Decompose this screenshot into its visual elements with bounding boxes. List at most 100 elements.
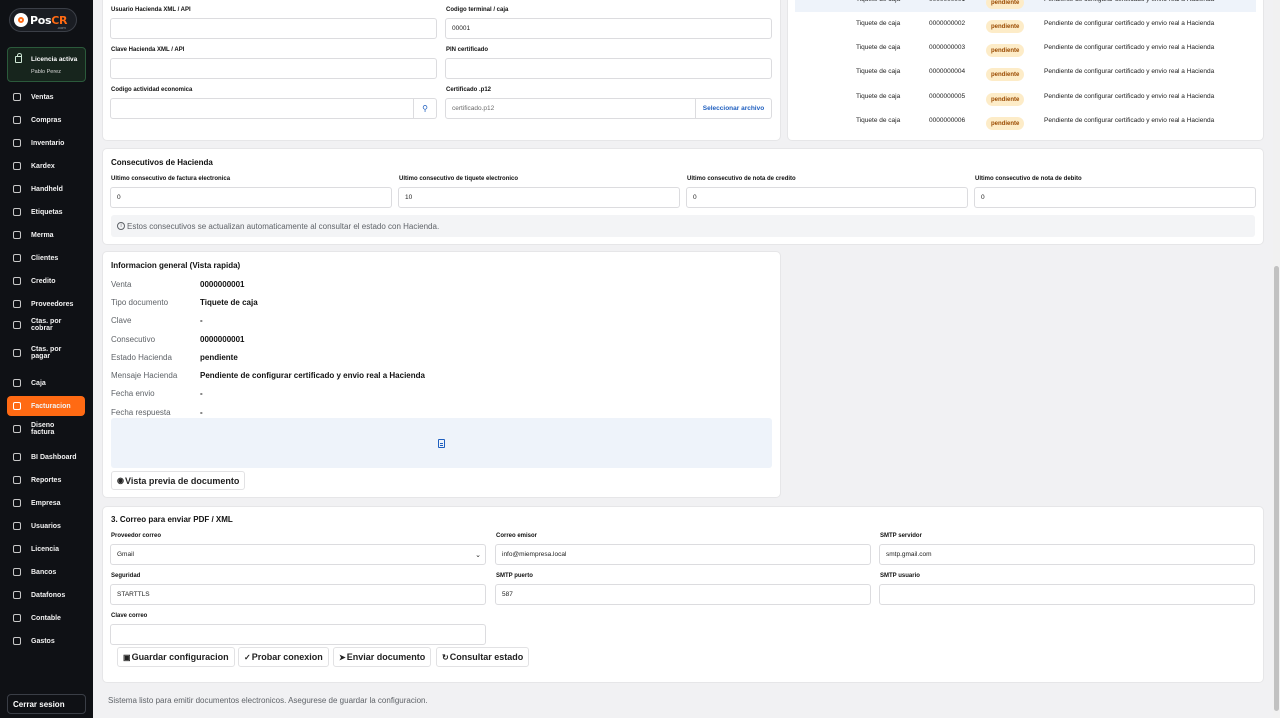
terminal-input[interactable]: 00001 xyxy=(445,18,772,39)
sidebar-item-usuarios[interactable]: Usuarios xyxy=(7,516,85,536)
brand-logo[interactable]: PosCR .com xyxy=(9,8,77,32)
sidebar-item-contable[interactable]: Contable xyxy=(7,608,85,628)
table-row[interactable]: Tiquete de caja 0000000001 pendiente Pendie… xyxy=(795,0,1256,12)
actividad-input[interactable] xyxy=(110,98,414,119)
clave-hacienda-input[interactable] xyxy=(110,58,437,79)
test-connection-button[interactable]: ✓ Probar conexion xyxy=(238,647,329,667)
tag-icon xyxy=(13,208,21,216)
logout-button[interactable]: Cerrar sesion xyxy=(7,694,86,714)
status-message: Sistema listo para emitir documentos ele… xyxy=(108,695,428,705)
info-value: - xyxy=(200,389,203,398)
clave-correo-input[interactable] xyxy=(110,624,486,645)
row-tipo: Tiquete de caja xyxy=(856,68,901,75)
actividad-label: Codigo actividad economica xyxy=(111,87,193,93)
sidebar-item-ventas[interactable]: Ventas xyxy=(7,87,85,107)
table-row[interactable]: Tiquete de caja 0000000005 pendiente Pendie… xyxy=(795,85,1256,109)
eye-icon: ◉ xyxy=(117,476,124,485)
building-icon xyxy=(13,499,21,507)
dashboard-icon xyxy=(13,453,21,461)
table-row[interactable]: Tiquete de caja 0000000002 pendiente Pendie… xyxy=(795,12,1256,36)
sidebar-item-inventario[interactable]: Inventario xyxy=(7,133,85,153)
search-icon[interactable]: ⚲ xyxy=(414,98,437,119)
table-row[interactable]: Tiquete de caja 0000000004 pendiente Pendie… xyxy=(795,60,1256,84)
sidebar-item-label: Handheld xyxy=(31,185,63,193)
proveedor-select[interactable]: Gmail ⌄ xyxy=(110,544,486,565)
smtp-servidor-label: SMTP servidor xyxy=(880,533,922,539)
sidebar-item-kardex[interactable]: Kardex xyxy=(7,156,85,176)
sidebar-item-clientes[interactable]: Clientes xyxy=(7,248,85,268)
sidebar: PosCR .com Licencia activa Pablo Perez V… xyxy=(0,0,93,718)
sidebar-item-licencia[interactable]: Licencia xyxy=(7,539,85,559)
brand-sub: .com xyxy=(57,25,66,30)
debito-input[interactable]: 0 xyxy=(974,187,1256,208)
credito-input[interactable]: 0 xyxy=(686,187,968,208)
sidebar-item-ctas-por-pagar[interactable]: Ctas. por pagar xyxy=(7,343,85,363)
trash-icon xyxy=(13,231,21,239)
emisor-input[interactable]: info@miempresa.local xyxy=(495,544,871,565)
info-key: Venta xyxy=(111,280,132,289)
row-mensaje: Pendiente de configurar certificado y en… xyxy=(1044,20,1215,27)
sidebar-item-datafonos[interactable]: Datafonos xyxy=(7,585,85,605)
info-value: Tiquete de caja xyxy=(200,298,258,307)
seguridad-input[interactable]: STARTTLS xyxy=(110,584,486,605)
smtp-servidor-input[interactable]: smtp.gmail.com xyxy=(879,544,1255,565)
pin-input[interactable] xyxy=(445,58,772,79)
sidebar-item-caja[interactable]: Caja xyxy=(7,373,85,393)
select-file-button[interactable]: Seleccionar archivo xyxy=(696,98,772,119)
smtp-puerto-input[interactable]: 587 xyxy=(495,584,871,605)
row-numero: 0000000003 xyxy=(929,44,966,51)
sidebar-item-facturacion[interactable]: Facturacion xyxy=(7,396,85,416)
status-badge: pendiente xyxy=(986,20,1025,33)
terminal-label: Codigo terminal / caja xyxy=(446,7,509,13)
sidebar-item-label: Facturacion xyxy=(31,402,71,410)
sidebar-item-proveedores[interactable]: Proveedores xyxy=(7,294,85,314)
check-status-button[interactable]: ↻ Consultar estado xyxy=(436,647,530,667)
status-badge: pendiente xyxy=(986,44,1025,57)
sidebar-item-diseno-factura[interactable]: Diseno factura xyxy=(7,419,85,439)
sidebar-item-empresa[interactable]: Empresa xyxy=(7,493,85,513)
save-config-button[interactable]: ▣ Guardar configuracion xyxy=(117,647,235,667)
sidebar-item-label: Reportes xyxy=(31,476,62,484)
logo-mark-icon xyxy=(14,13,28,27)
seguridad-label: Seguridad xyxy=(111,573,141,579)
consecutivos-note: i Estos consecutivos se actualizan autom… xyxy=(111,215,1255,237)
sidebar-item-handheld[interactable]: Handheld xyxy=(7,179,85,199)
download-icon xyxy=(13,321,21,329)
lock-icon xyxy=(13,545,21,553)
refresh-icon: ↻ xyxy=(442,652,449,662)
sidebar-item-label: Contable xyxy=(31,614,61,622)
smtp-usuario-label: SMTP usuario xyxy=(880,573,920,579)
info-key: Fecha respuesta xyxy=(111,408,171,417)
document-preview-area[interactable] xyxy=(111,418,772,468)
box-icon xyxy=(13,139,21,147)
sidebar-item-gastos[interactable]: Gastos xyxy=(7,631,85,651)
sidebar-item-credito[interactable]: Credito xyxy=(7,271,85,291)
info-key: Tipo documento xyxy=(111,298,169,307)
info-key: Mensaje Hacienda xyxy=(111,371,178,380)
sidebar-item-bancos[interactable]: Bancos xyxy=(7,562,85,582)
usuario-hacienda-input[interactable] xyxy=(110,18,437,39)
sidebar-item-merma[interactable]: Merma xyxy=(7,225,85,245)
row-tipo: Tiquete de caja xyxy=(856,93,901,100)
info-key: Fecha envio xyxy=(111,389,155,398)
factura-input[interactable]: 0 xyxy=(110,187,392,208)
smtp-usuario-input[interactable] xyxy=(879,584,1255,605)
tiquete-input[interactable]: 10 xyxy=(398,187,680,208)
sidebar-item-etiquetas[interactable]: Etiquetas xyxy=(7,202,85,222)
table-row[interactable]: Tiquete de caja 0000000003 pendiente Pendie… xyxy=(795,36,1256,60)
info-icon: i xyxy=(117,222,125,230)
scrollbar-thumb[interactable] xyxy=(1274,266,1279,711)
sidebar-item-bi-dashboard[interactable]: BI Dashboard xyxy=(7,447,85,467)
info-general-title: Informacion general (Vista rapida) xyxy=(111,261,241,270)
preview-document-button[interactable]: ◉ Vista previa de documento xyxy=(111,471,246,490)
row-tipo: Tiquete de caja xyxy=(856,44,901,51)
status-badge: pendiente xyxy=(986,117,1025,130)
sidebar-item-compras[interactable]: Compras xyxy=(7,110,85,130)
send-document-button[interactable]: ➤ Enviar documento xyxy=(333,647,432,667)
sidebar-item-reportes[interactable]: Reportes xyxy=(7,470,85,490)
sidebar-item-ctas-por-cobrar[interactable]: Ctas. por cobrar xyxy=(7,315,85,335)
table-row[interactable]: Tiquete de caja 0000000006 pendiente Pendie… xyxy=(795,109,1256,133)
sidebar-item-label: Merma xyxy=(31,231,54,239)
license-user: Pablo Perez xyxy=(31,69,61,75)
certificado-input[interactable]: certificado.p12 xyxy=(445,98,696,119)
